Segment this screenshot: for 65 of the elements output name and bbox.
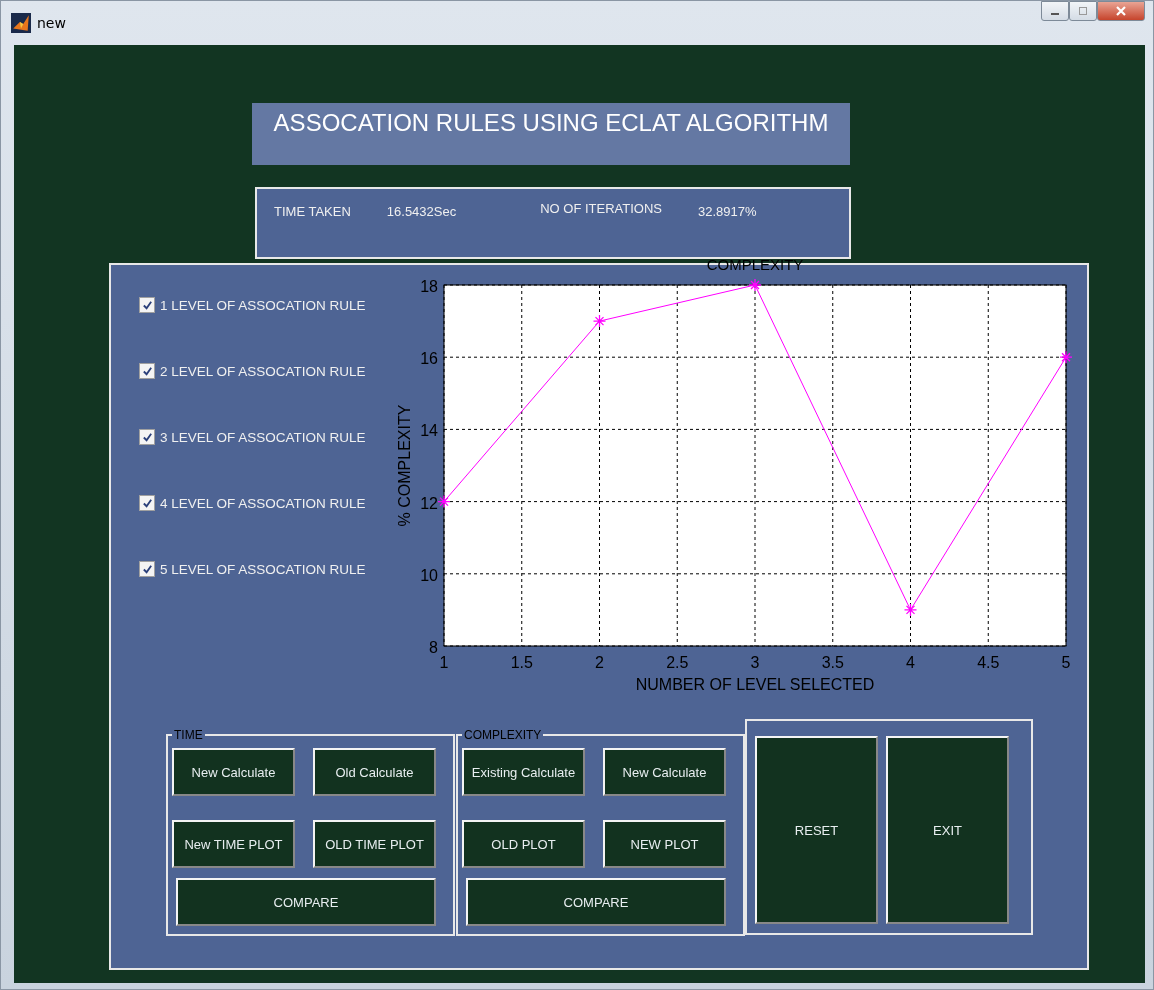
y-axis-label: % COMPLEXITY: [396, 404, 413, 527]
stat-label: TIME TAKEN: [274, 204, 351, 219]
checkbox[interactable]: [139, 429, 155, 445]
x-axis-label: NUMBER OF LEVEL SELECTED: [635, 676, 875, 693]
checkmark-icon: [141, 365, 153, 377]
app-heading: ASSOCATION RULES USING ECLAT ALGORITHM: [273, 109, 829, 138]
checkmark-icon: [141, 563, 153, 575]
stat-value: 32.8917%: [698, 204, 757, 220]
checkmark-icon: [141, 497, 153, 509]
checkbox-label[interactable]: 4 LEVEL OF ASSOCATION RULE: [160, 495, 366, 511]
action-button[interactable]: New Calculate: [603, 748, 726, 796]
y-tick-label: 18: [420, 278, 438, 295]
stat-label: NO OF ITERATIONS: [540, 201, 663, 216]
x-tick-label: 3: [750, 654, 760, 671]
data-point: [437, 494, 451, 509]
checkmark-icon: [141, 299, 153, 311]
data-point: [1059, 350, 1073, 364]
chart-title: COMPLEXITY: [706, 259, 804, 273]
x-tick-label: 2: [595, 654, 604, 671]
x-tick-label: 3.5: [821, 654, 844, 671]
app-icon: [11, 13, 31, 33]
group-title: COMPLEXITY: [463, 728, 543, 742]
window-title: new: [37, 15, 66, 31]
checkbox-label[interactable]: 3 LEVEL OF ASSOCATION RULE: [160, 429, 366, 445]
data-point: [592, 314, 607, 328]
minimize-icon: [1051, 12, 1059, 15]
checkbox[interactable]: [139, 297, 155, 313]
action-button[interactable]: OLD TIME PLOT: [313, 820, 436, 868]
x-tick-label: 1: [439, 654, 449, 671]
checkbox-label[interactable]: 5 LEVEL OF ASSOCATION RULE: [160, 561, 366, 577]
data-point: [748, 278, 762, 292]
y-tick-label: 12: [420, 494, 438, 512]
action-button[interactable]: New Calculate: [172, 748, 295, 796]
y-tick-label: 10: [420, 566, 438, 584]
action-button[interactable]: Existing Calculate: [462, 748, 585, 796]
checkbox[interactable]: [139, 561, 155, 577]
maximize-button[interactable]: [1069, 1, 1097, 21]
y-tick-label: 14: [420, 422, 438, 440]
maximize-icon: [1077, 5, 1089, 17]
action-button[interactable]: Old Calculate: [313, 748, 436, 796]
action-button[interactable]: COMPARE: [466, 878, 726, 926]
action-button[interactable]: OLD PLOT: [462, 820, 585, 868]
data-point: [903, 603, 918, 617]
x-tick-label: 5: [1061, 654, 1071, 671]
group-title: TIME: [173, 728, 204, 742]
minimize-button[interactable]: [1041, 1, 1069, 21]
x-tick-label: 4.5: [977, 654, 1000, 671]
close-icon: [1115, 5, 1127, 17]
action-button[interactable]: RESET: [755, 736, 878, 924]
checkbox-label[interactable]: 2 LEVEL OF ASSOCATION RULE: [160, 363, 366, 379]
action-button[interactable]: EXIT: [886, 736, 1009, 924]
x-tick-label: 2.5: [666, 654, 689, 671]
checkbox[interactable]: [139, 495, 155, 511]
y-tick-label: 16: [420, 350, 438, 368]
x-tick-label: 1.5: [510, 654, 533, 671]
x-tick-label: 4: [906, 654, 915, 671]
checkmark-icon: [141, 431, 153, 443]
action-button[interactable]: COMPARE: [176, 878, 436, 926]
close-button[interactable]: [1097, 1, 1145, 21]
stat-value: 16.5432Sec: [386, 204, 457, 220]
y-tick-label: 8: [429, 639, 438, 656]
action-button[interactable]: NEW PLOT: [603, 820, 726, 868]
action-button[interactable]: New TIME PLOT: [172, 820, 295, 868]
checkbox[interactable]: [139, 363, 155, 379]
checkbox-label[interactable]: 1 LEVEL OF ASSOCATION RULE: [160, 297, 366, 313]
